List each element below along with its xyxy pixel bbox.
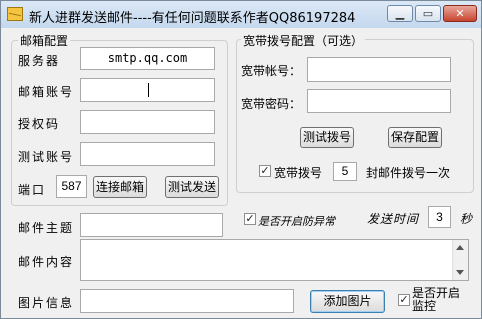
broadband-account-label: 宽带帐号： [241, 64, 302, 78]
content-textarea[interactable] [80, 239, 469, 281]
image-info-input[interactable] [80, 289, 294, 313]
minimize-button[interactable]: ▁ [387, 5, 413, 22]
monitor-label: 是否开启监控 [412, 286, 461, 313]
text-caret [148, 83, 149, 97]
dial-config-title: 宽带拨号配置（可选） [241, 32, 366, 49]
maximize-button[interactable]: ▭ [415, 5, 441, 22]
title-bar: 新人进群发送邮件----有任何问题联系作者QQ86197284 ▁ ▭ ✕ [1, 1, 481, 28]
auth-code-input[interactable] [80, 110, 215, 134]
anti-abnormal-label: 是否开启防异常 [258, 215, 335, 228]
test-account-label: 测试账号 [18, 150, 75, 164]
window-title: 新人进群发送邮件----有任何问题联系作者QQ86197284 [29, 11, 356, 26]
subject-label: 邮件主题 [18, 221, 75, 235]
content-scrollbar[interactable] [452, 240, 468, 280]
connect-mailbox-button[interactable]: 连接邮箱 [93, 176, 147, 198]
minimize-icon: ▁ [395, 7, 405, 20]
interval-label: 发送时间 [367, 212, 420, 226]
anti-abnormal-checkbox[interactable]: ✓ [244, 213, 256, 225]
content-label: 邮件内容 [18, 255, 75, 269]
envelope-icon [7, 7, 23, 21]
port-input[interactable]: 587 [56, 175, 87, 198]
dial-checkbox[interactable]: ✓ [259, 165, 271, 177]
email-account-input[interactable] [80, 78, 215, 102]
mail-config-title: 邮箱配置 [18, 32, 71, 49]
subject-input[interactable] [80, 213, 223, 237]
scroll-up-icon[interactable] [456, 245, 464, 250]
app-window: 新人进群发送邮件----有任何问题联系作者QQ86197284 ▁ ▭ ✕ 邮箱… [0, 0, 482, 319]
server-label: 服务器 [18, 54, 61, 68]
test-send-button[interactable]: 测试发送 [165, 176, 219, 198]
close-icon: ✕ [455, 7, 465, 20]
interval-input[interactable]: 3 [428, 206, 451, 228]
dial-checkbox-label: 宽带拨号 [274, 166, 323, 180]
maximize-icon: ▭ [422, 7, 434, 20]
dial-count-input[interactable]: 5 [333, 162, 357, 181]
interval-unit: 秒 [460, 212, 473, 226]
close-button[interactable]: ✕ [443, 5, 477, 22]
test-account-input[interactable] [80, 142, 215, 166]
broadband-password-input[interactable] [307, 89, 451, 113]
add-image-button[interactable]: 添加图片 [310, 290, 385, 313]
monitor-checkbox[interactable]: ✓ [398, 294, 410, 306]
image-info-label: 图片信息 [18, 296, 75, 310]
auth-code-label: 授权码 [18, 117, 61, 131]
broadband-password-label: 宽带密码： [241, 97, 302, 111]
broadband-account-input[interactable] [307, 57, 451, 82]
dial-count-suffix: 封邮件拨号一次 [366, 166, 451, 180]
test-dial-button[interactable]: 测试拨号 [300, 127, 354, 148]
scroll-down-icon[interactable] [456, 270, 464, 275]
port-label: 端口 [18, 183, 47, 197]
account-label: 邮箱账号 [18, 85, 75, 99]
server-input[interactable]: smtp.qq.com [80, 47, 215, 70]
save-config-button[interactable]: 保存配置 [388, 127, 442, 148]
